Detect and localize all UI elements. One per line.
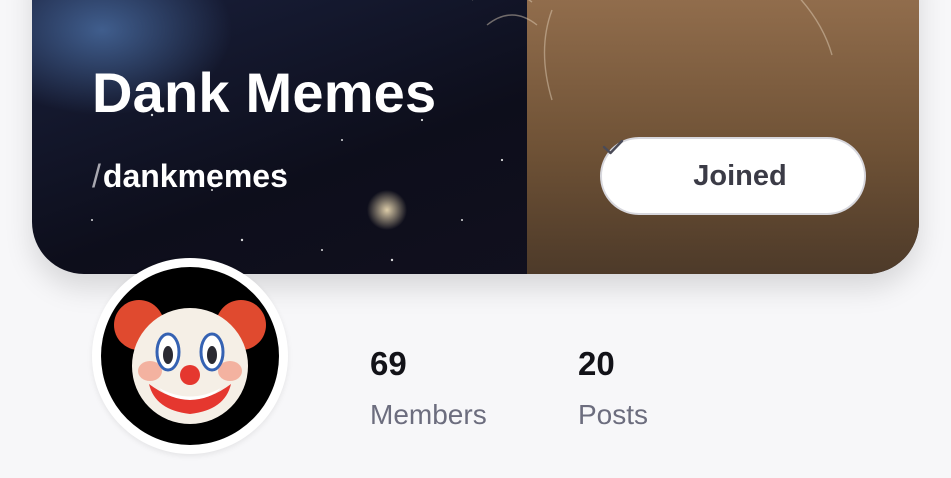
joined-button[interactable]: Joined — [600, 137, 866, 215]
handle-prefix: / — [92, 158, 101, 194]
handle-name: dankmemes — [102, 158, 288, 194]
posts-count: 20 — [578, 345, 615, 382]
members-count: 69 — [370, 345, 407, 382]
community-handle: /dankmemes — [92, 158, 288, 195]
posts-stat[interactable]: 20 Posts — [578, 345, 648, 431]
members-stat[interactable]: 69 Members — [370, 345, 487, 431]
members-label: Members — [370, 399, 487, 430]
joined-button-label: Joined — [693, 159, 787, 192]
posts-label: Posts — [578, 399, 649, 430]
community-banner: Dank Memes /dankmemes Joined — [32, 0, 919, 274]
community-title: Dank Memes — [92, 61, 437, 124]
clown-face-icon — [101, 267, 279, 445]
community-avatar — [92, 258, 288, 454]
